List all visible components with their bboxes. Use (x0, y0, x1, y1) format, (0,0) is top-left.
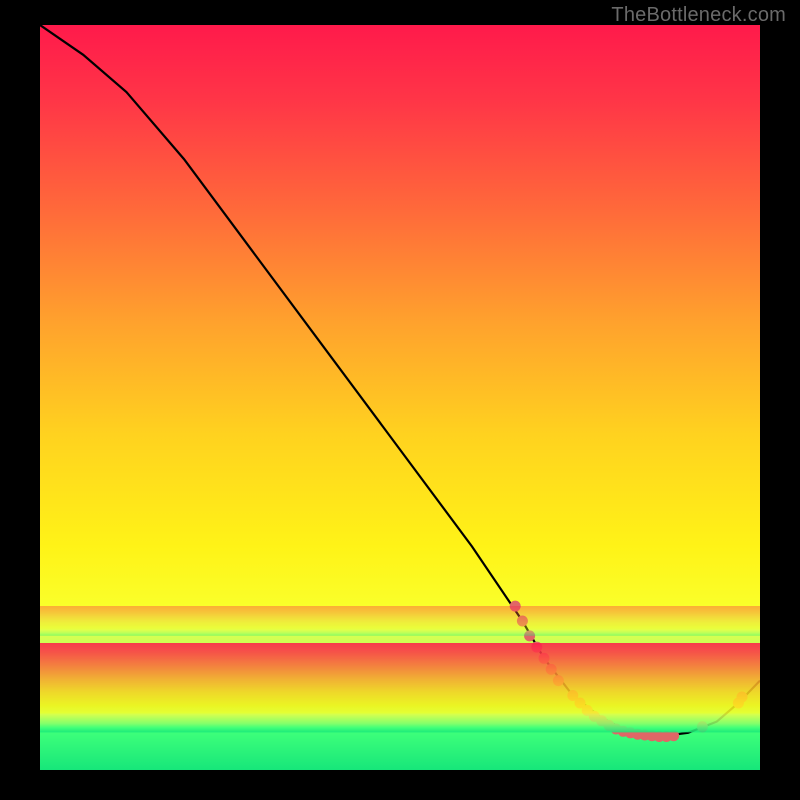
watermark-text: TheBottleneck.com (611, 4, 786, 27)
chart-canvas: TheBottleneck.com (0, 0, 800, 800)
legend-strip-lower (40, 643, 760, 732)
legend-strip-upper (40, 606, 760, 636)
